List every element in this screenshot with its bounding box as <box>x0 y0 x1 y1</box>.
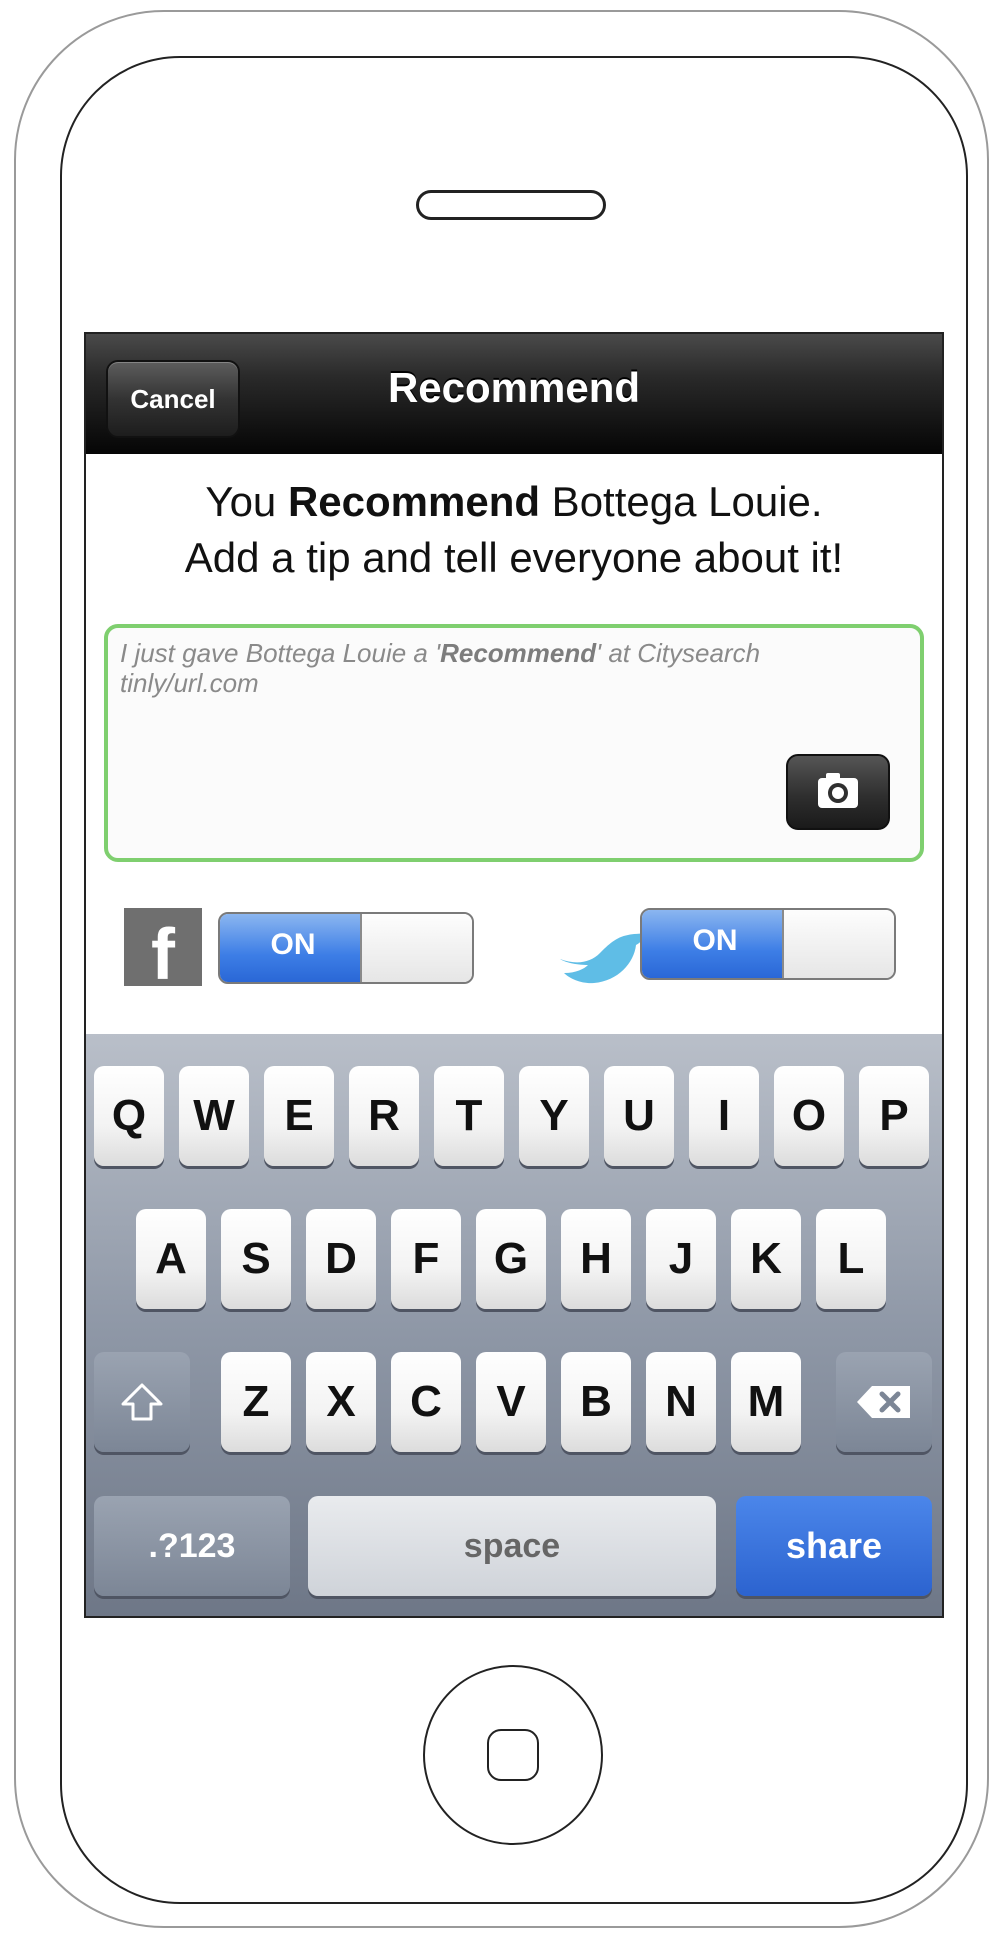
camera-button[interactable] <box>786 754 890 830</box>
key-l[interactable]: L <box>816 1209 886 1309</box>
shift-arrow-icon <box>121 1383 163 1421</box>
key-u[interactable]: U <box>604 1066 674 1166</box>
key-w[interactable]: W <box>179 1066 249 1166</box>
key-z[interactable]: Z <box>221 1352 291 1452</box>
tip-textarea[interactable]: I just gave Bottega Louie a 'Recommend' … <box>104 624 924 862</box>
facebook-toggle[interactable]: ON <box>218 912 474 984</box>
twitter-toggle-on-label: ON <box>642 910 788 978</box>
tip-placeholder-prefix: I just gave Bottega Louie a ' <box>120 638 441 668</box>
key-e[interactable]: E <box>264 1066 334 1166</box>
backspace-key[interactable] <box>836 1352 932 1452</box>
headline-prefix: You <box>205 478 288 525</box>
facebook-icon: f <box>124 908 202 986</box>
app-screen: Cancel Recommend You Recommend Bottega L… <box>84 332 944 1618</box>
key-t[interactable]: T <box>434 1066 504 1166</box>
key-a[interactable]: A <box>136 1209 206 1309</box>
tip-placeholder-bold: Recommend <box>440 638 597 668</box>
key-s[interactable]: S <box>221 1209 291 1309</box>
navigation-bar: Cancel Recommend <box>86 334 942 454</box>
twitter-toggle[interactable]: ON <box>640 908 896 980</box>
headline-line-1: You Recommend Bottega Louie. <box>86 474 942 530</box>
key-j[interactable]: J <box>646 1209 716 1309</box>
camera-icon <box>818 773 858 808</box>
recommend-headline: You Recommend Bottega Louie. Add a tip a… <box>86 474 942 586</box>
key-h[interactable]: H <box>561 1209 631 1309</box>
tip-placeholder: I just gave Bottega Louie a 'Recommend' … <box>120 638 820 698</box>
key-q[interactable]: Q <box>94 1066 164 1166</box>
facebook-toggle-on-label: ON <box>220 914 366 982</box>
key-k[interactable]: K <box>731 1209 801 1309</box>
headline-bold: Recommend <box>287 478 541 525</box>
headline-line-2: Add a tip and tell everyone about it! <box>184 534 844 581</box>
key-n[interactable]: N <box>646 1352 716 1452</box>
key-m[interactable]: M <box>731 1352 801 1452</box>
key-g[interactable]: G <box>476 1209 546 1309</box>
shift-key[interactable] <box>94 1352 190 1452</box>
page-title: Recommend <box>387 364 641 411</box>
space-key[interactable]: space <box>308 1496 716 1596</box>
twitter-toggle-knob <box>782 910 894 978</box>
home-square-icon <box>487 1729 539 1781</box>
share-key[interactable]: share <box>736 1496 932 1596</box>
key-y[interactable]: Y <box>519 1066 589 1166</box>
key-o[interactable]: O <box>774 1066 844 1166</box>
key-b[interactable]: B <box>561 1352 631 1452</box>
key-d[interactable]: D <box>306 1209 376 1309</box>
home-button[interactable] <box>423 1665 603 1845</box>
keyboard: Q W E R T Y U I O P A S D F G H J K L Z … <box>86 1034 942 1616</box>
key-r[interactable]: R <box>349 1066 419 1166</box>
numbers-key[interactable]: .?123 <box>94 1496 290 1596</box>
speaker-slot <box>416 190 606 220</box>
key-v[interactable]: V <box>476 1352 546 1452</box>
backspace-icon <box>857 1386 910 1418</box>
key-i[interactable]: I <box>689 1066 759 1166</box>
twitter-bird-icon <box>560 931 648 984</box>
key-x[interactable]: X <box>306 1352 376 1452</box>
headline-suffix: Bottega Louie. <box>540 478 823 525</box>
key-c[interactable]: C <box>391 1352 461 1452</box>
key-f[interactable]: F <box>391 1209 461 1309</box>
facebook-toggle-knob <box>360 914 472 982</box>
key-p[interactable]: P <box>859 1066 929 1166</box>
